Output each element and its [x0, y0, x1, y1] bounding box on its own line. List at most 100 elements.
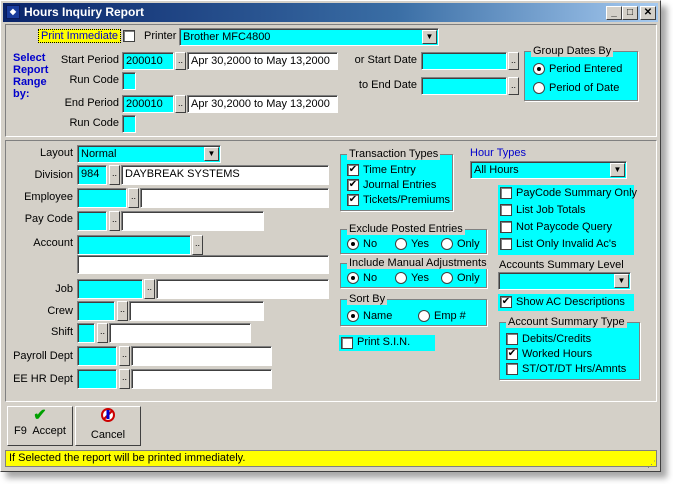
- transaction-types-box: Transaction Types ✔ Time Entry ✔ Journal E…: [340, 148, 453, 211]
- pay-code-input[interactable]: [77, 211, 107, 231]
- end-period-label: End Period: [64, 97, 119, 109]
- radio-sort-emp[interactable]: Emp #: [418, 310, 466, 323]
- account-input[interactable]: [77, 235, 191, 255]
- resize-grip-icon[interactable]: ⋰: [647, 459, 657, 469]
- checkbox-label: List Only Invalid Ac's: [516, 238, 617, 251]
- checkbox-worked-hours[interactable]: ✔ Worked Hours: [506, 348, 592, 361]
- chevron-down-icon[interactable]: ▼: [614, 274, 629, 288]
- start-period-label: Start Period: [60, 54, 119, 66]
- radio-manual-no[interactable]: No: [347, 272, 377, 285]
- print-sin-label: Print S.I.N.: [357, 336, 411, 348]
- accept-label: F9 Accept: [14, 425, 66, 437]
- radio-manual-only[interactable]: Only: [441, 272, 480, 285]
- crew-input[interactable]: [77, 301, 115, 321]
- start-period-lookup-button[interactable]: ..: [175, 52, 186, 70]
- ee-hr-dept-lookup-button[interactable]: ..: [119, 369, 130, 389]
- chevron-down-icon[interactable]: ▼: [610, 163, 625, 177]
- run-code-input[interactable]: [122, 72, 136, 90]
- transaction-types-title: Transaction Types: [347, 148, 441, 160]
- radio-period-of-date[interactable]: Period of Date: [533, 82, 620, 95]
- checkbox-label: Not Paycode Query: [516, 221, 612, 234]
- account-label: Account: [33, 237, 73, 249]
- radio-period-entered[interactable]: Period Entered: [533, 63, 622, 76]
- layout-label: Layout: [39, 147, 73, 159]
- start-date-calendar-button[interactable]: ..: [508, 52, 519, 70]
- division-lookup-button[interactable]: ..: [109, 165, 120, 185]
- maximize-icon[interactable]: □: [622, 6, 638, 20]
- end-period-range: Apr 30,2000 to May 13,2000: [187, 95, 338, 113]
- division-code-input[interactable]: 984: [77, 165, 107, 185]
- layout-value: Normal: [81, 148, 117, 160]
- accept-button[interactable]: ✔ F9 Accept: [7, 406, 73, 446]
- checkbox-paycode-summary[interactable]: PayCode Summary Only: [500, 187, 638, 200]
- radio-exclude-only[interactable]: Only: [441, 238, 480, 251]
- checkbox-not-paycode-query[interactable]: Not Paycode Query: [500, 221, 612, 234]
- run-code-label: Run Code: [69, 74, 119, 86]
- end-period-input[interactable]: 200010: [122, 95, 174, 113]
- app-icon[interactable]: ◆: [6, 5, 20, 19]
- crew-label: Crew: [47, 305, 73, 317]
- employee-input[interactable]: [77, 188, 127, 208]
- account-description: [77, 255, 329, 274]
- radio-label: Period of Date: [549, 82, 620, 95]
- radio-label: Yes: [411, 238, 429, 251]
- hour-types-select[interactable]: All Hours ▼: [470, 161, 627, 179]
- start-period-range: Apr 30,2000 to May 13,2000: [187, 52, 338, 70]
- payroll-dept-lookup-button[interactable]: ..: [119, 346, 130, 366]
- radio-exclude-yes[interactable]: Yes: [395, 238, 429, 251]
- chevron-down-icon[interactable]: ▼: [422, 30, 437, 44]
- job-input[interactable]: [77, 279, 143, 299]
- start-period-input[interactable]: 200010: [122, 52, 174, 70]
- radio-label: Only: [457, 238, 480, 251]
- radio-sort-name[interactable]: Name: [347, 310, 392, 323]
- checkbox-list-invalid-acs[interactable]: List Only Invalid Ac's: [500, 238, 617, 251]
- print-immediate-label[interactable]: Print Immediate: [38, 29, 122, 43]
- shift-lookup-button[interactable]: ..: [97, 323, 108, 343]
- title-bar: ◆ Hours Inquiry Report _ □ ✕: [3, 3, 658, 22]
- group-dates-box: Group Dates By Period Entered Period of …: [524, 45, 638, 101]
- job-lookup-button[interactable]: ..: [144, 279, 155, 299]
- account-lookup-button[interactable]: ..: [192, 235, 203, 255]
- run-code-2-label: Run Code: [69, 117, 119, 129]
- shift-input[interactable]: [77, 323, 95, 343]
- checkbox-journal-entries[interactable]: ✔ Journal Entries: [347, 179, 436, 192]
- close-icon[interactable]: ✕: [640, 6, 656, 20]
- checkbox-st-ot-dt[interactable]: ST/OT/DT Hrs/Amnts: [506, 363, 626, 376]
- radio-label: Emp #: [434, 310, 466, 323]
- employee-name: [140, 188, 329, 208]
- checkbox-debits-credits[interactable]: Debits/Credits: [506, 333, 591, 346]
- radio-exclude-no[interactable]: No: [347, 238, 377, 251]
- start-date-input[interactable]: [421, 52, 507, 70]
- pay-code-lookup-button[interactable]: ..: [109, 211, 120, 231]
- checkbox-label: PayCode Summary Only: [516, 187, 638, 200]
- accounts-summary-level-select[interactable]: ▼: [498, 272, 631, 290]
- checkbox-tickets-premiums[interactable]: ✔ Tickets/Premiums: [347, 194, 450, 207]
- layout-select[interactable]: Normal ▼: [77, 145, 221, 163]
- cancel-button[interactable]: Cancel: [75, 406, 141, 446]
- print-immediate-checkbox[interactable]: [123, 30, 135, 43]
- shift-label: Shift: [50, 326, 73, 338]
- printer-select[interactable]: Brother MFC4800 ▼: [179, 28, 439, 46]
- show-ac-descriptions-checkbox[interactable]: ✔ Show AC Descriptions: [498, 294, 634, 311]
- hour-types-label: Hour Types: [470, 147, 527, 159]
- ee-hr-dept-input[interactable]: [77, 369, 117, 389]
- end-period-lookup-button[interactable]: ..: [175, 95, 186, 113]
- employee-lookup-button[interactable]: ..: [128, 188, 139, 208]
- radio-manual-yes[interactable]: Yes: [395, 272, 429, 285]
- checkbox-time-entry[interactable]: ✔ Time Entry: [347, 164, 416, 177]
- crew-lookup-button[interactable]: ..: [117, 301, 128, 321]
- end-date-input[interactable]: [421, 77, 507, 95]
- cancel-label: Cancel: [90, 429, 126, 441]
- minimize-icon[interactable]: _: [606, 6, 622, 20]
- report-options-box: PayCode Summary Only List Job Totals Not…: [498, 185, 638, 255]
- chevron-down-icon[interactable]: ▼: [204, 147, 219, 161]
- checkbox-list-job-totals[interactable]: List Job Totals: [500, 204, 586, 217]
- run-code-2-input[interactable]: [122, 115, 136, 133]
- to-end-date-label: to End Date: [358, 79, 417, 91]
- printer-label: Printer: [144, 30, 177, 42]
- radio-label: Only: [457, 272, 480, 285]
- print-sin-checkbox[interactable]: Print S.I.N.: [339, 335, 435, 351]
- exclude-posted-box: Exclude Posted Entries No Yes Only: [340, 223, 487, 254]
- end-date-calendar-button[interactable]: ..: [508, 77, 519, 95]
- payroll-dept-input[interactable]: [77, 346, 117, 366]
